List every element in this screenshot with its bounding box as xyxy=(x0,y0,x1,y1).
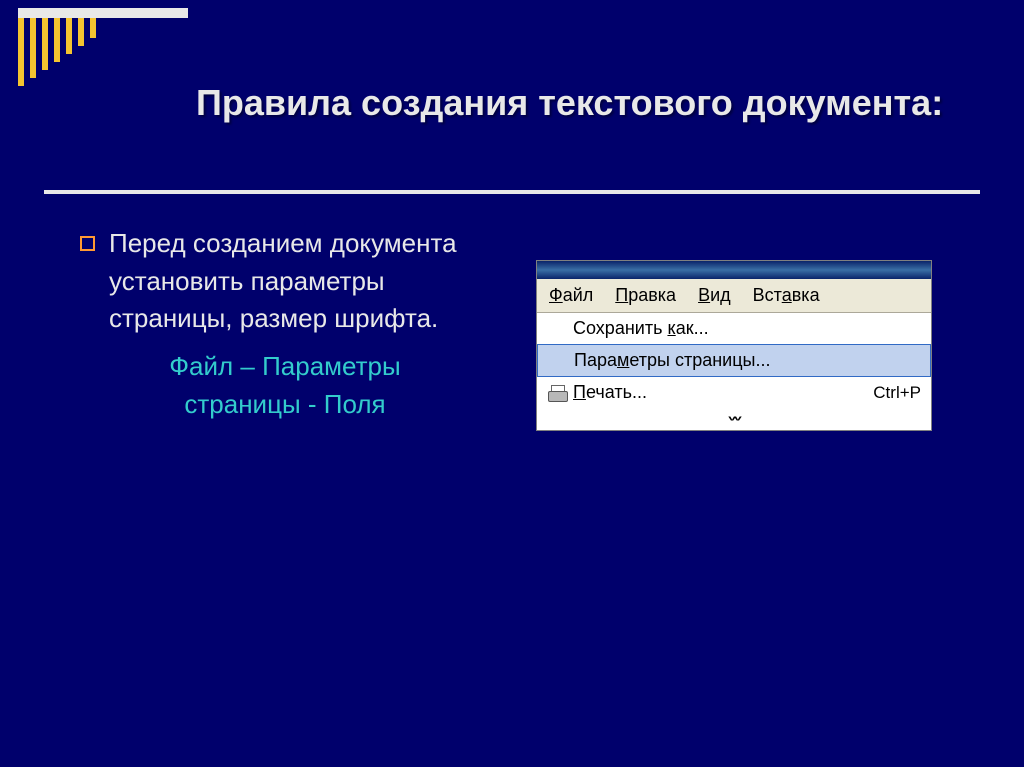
bullet-icon xyxy=(80,236,95,251)
title-underline xyxy=(44,190,980,194)
menuitem-print[interactable]: Печать... Ctrl+P xyxy=(537,377,931,408)
menu-path-text: Файл – Параметры страницы - Поля xyxy=(80,348,460,423)
titlebar xyxy=(537,261,931,279)
menu-insert[interactable]: Вставка xyxy=(753,285,820,306)
menu-view[interactable]: Вид xyxy=(698,285,731,306)
menuitem-page-setup[interactable]: Параметры страницы... xyxy=(537,344,931,377)
slide-body: Перед созданием документа установить пар… xyxy=(80,225,460,423)
print-shortcut: Ctrl+P xyxy=(873,383,921,403)
bullet-text: Перед созданием документа установить пар… xyxy=(109,225,460,338)
expand-menu-icon[interactable]: vv xyxy=(537,408,931,430)
file-dropdown: Сохранить как... Параметры страницы... П… xyxy=(537,312,931,430)
slide-title: Правила создания текстового документа: xyxy=(196,80,956,125)
menubar: Файл Правка Вид Вставка xyxy=(537,279,931,312)
word-menu-screenshot: Файл Правка Вид Вставка Сохранить как...… xyxy=(536,260,932,431)
printer-icon xyxy=(548,385,568,401)
slide-decoration-bars xyxy=(18,18,96,86)
menu-file[interactable]: Файл xyxy=(549,285,593,306)
menuitem-save-as[interactable]: Сохранить как... xyxy=(537,313,931,344)
slide-decoration-bar xyxy=(18,8,188,18)
menu-edit[interactable]: Правка xyxy=(615,285,676,306)
